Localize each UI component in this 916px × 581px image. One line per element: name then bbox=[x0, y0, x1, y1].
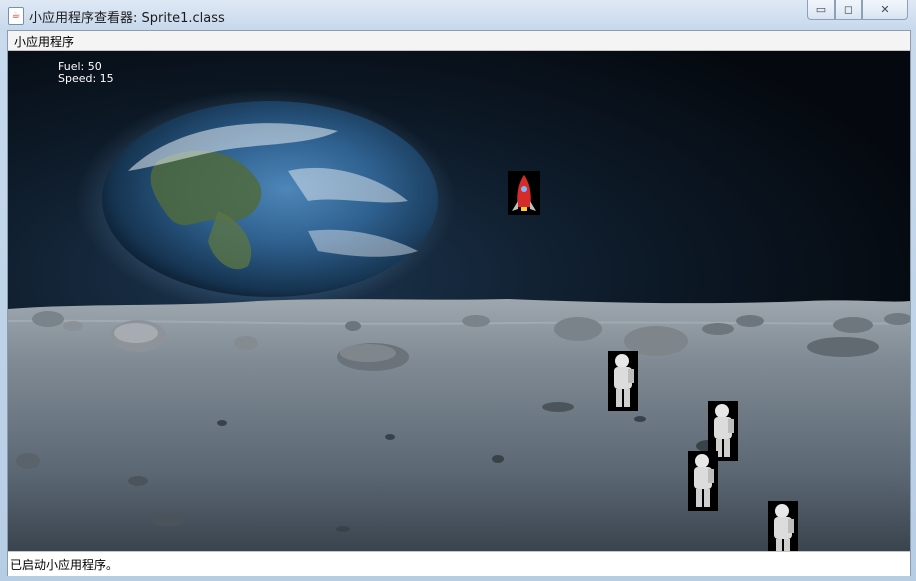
status-bar: 已启动小应用程序。 bbox=[8, 551, 910, 576]
maximize-button[interactable]: ◻ bbox=[835, 0, 862, 20]
java-app-icon: ☕ bbox=[8, 7, 24, 25]
earth-planet bbox=[76, 89, 456, 313]
applet-canvas[interactable]: Fuel: 50 Speed: 15 bbox=[8, 51, 910, 551]
applet-viewer-frame: 小应用程序 Fuel: 50 Speed: 15 已启动小应用程序。 bbox=[7, 30, 911, 576]
moon-scene bbox=[8, 89, 910, 551]
menu-applet[interactable]: 小应用程序 bbox=[14, 33, 74, 50]
astronaut-sprite bbox=[608, 351, 638, 411]
maximize-icon: ◻ bbox=[843, 3, 854, 16]
status-text: 已启动小应用程序。 bbox=[10, 558, 119, 572]
title-bar[interactable]: ☕ 小应用程序查看器: Sprite1.class ▭ ◻ ✕ bbox=[0, 0, 916, 30]
window-controls: ▭ ◻ ✕ bbox=[807, 0, 908, 20]
minimize-icon: ▭ bbox=[815, 3, 827, 16]
astronaut-sprite bbox=[688, 451, 718, 511]
rocket-sprite bbox=[508, 171, 540, 215]
speed-readout: Speed: 15 bbox=[58, 72, 114, 85]
minimize-button[interactable]: ▭ bbox=[807, 0, 835, 20]
window-title: 小应用程序查看器: Sprite1.class bbox=[29, 11, 225, 26]
close-icon: ✕ bbox=[880, 3, 890, 16]
astronaut-sprite bbox=[768, 501, 798, 551]
hud-readout: Fuel: 50 Speed: 15 bbox=[58, 61, 114, 85]
menu-bar: 小应用程序 bbox=[8, 31, 910, 51]
close-button[interactable]: ✕ bbox=[862, 0, 908, 20]
